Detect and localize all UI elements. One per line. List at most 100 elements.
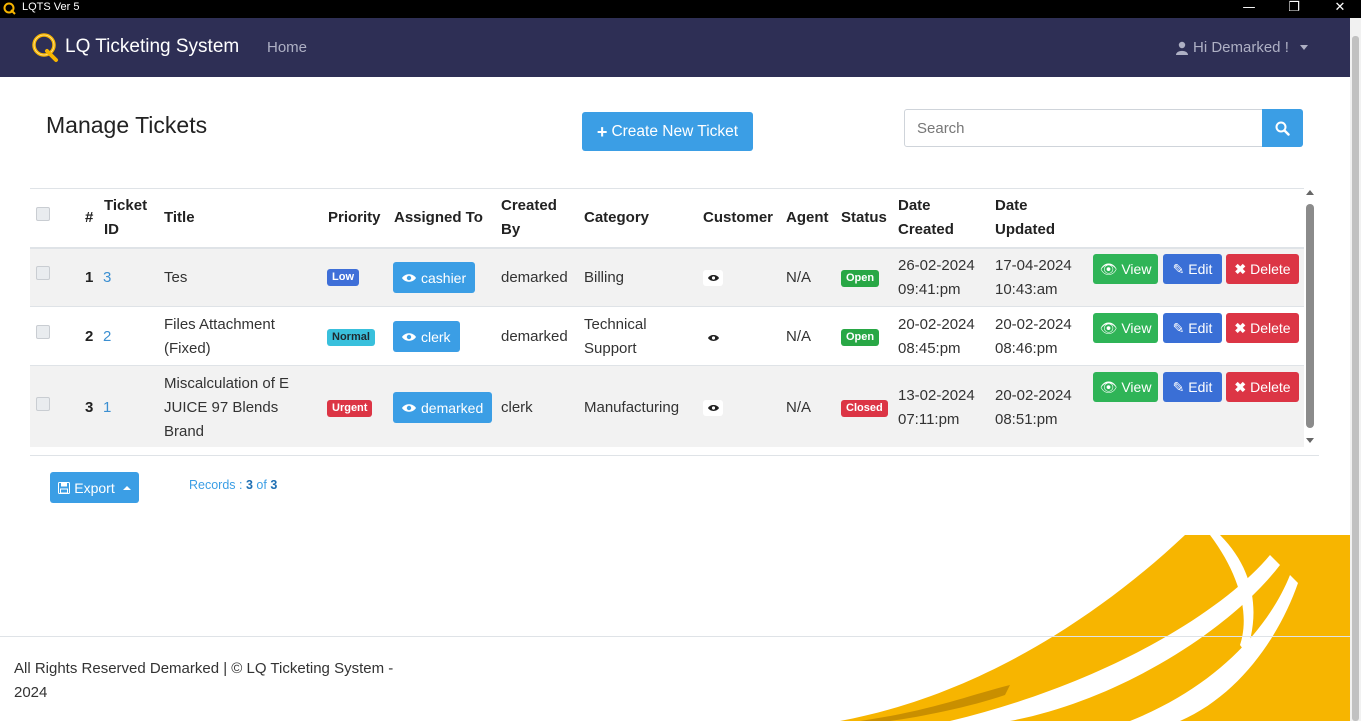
- eye-icon: [402, 332, 416, 341]
- close-window-button[interactable]: ✕: [1325, 0, 1355, 18]
- brand-name[interactable]: LQ Ticketing System: [65, 36, 239, 58]
- col-header-priority[interactable]: Priority: [328, 206, 381, 230]
- footer-copyright: All Rights Reserved Demarked | © LQ Tick…: [14, 660, 394, 701]
- status-badge: Closed: [841, 400, 888, 417]
- priority-badge: Low: [327, 269, 359, 286]
- row-number: 2: [85, 328, 94, 345]
- col-header-num: #: [85, 209, 94, 226]
- ticket-id-link[interactable]: 2: [103, 325, 111, 349]
- delete-button[interactable]: ✖ Delete: [1226, 372, 1299, 402]
- col-header-date-updated[interactable]: Date Updated: [995, 194, 1055, 242]
- close-icon: ✖: [1234, 260, 1247, 277]
- col-header-agent[interactable]: Agent: [786, 206, 829, 230]
- save-icon: [58, 481, 71, 494]
- scroll-up-arrow-icon[interactable]: [1306, 190, 1314, 195]
- navbar: LQ Ticketing System Home Hi Demarked !: [0, 18, 1350, 77]
- date-updated: 20-02-2024 08:46:pm: [995, 316, 1072, 357]
- ticket-title: Miscalculation of E JUICE 97 Blends Brand: [164, 375, 290, 440]
- date-created: 20-02-2024 08:45:pm: [898, 316, 975, 357]
- col-header-customer[interactable]: Customer: [703, 206, 773, 230]
- select-all-checkbox[interactable]: [36, 207, 50, 221]
- caret-up-icon: [122, 485, 131, 490]
- row-checkbox[interactable]: [36, 325, 50, 339]
- view-button[interactable]: 👁 View: [1093, 313, 1158, 343]
- scroll-down-arrow-icon[interactable]: [1306, 438, 1314, 443]
- priority-badge: Urgent: [327, 400, 373, 417]
- restore-button[interactable]: ❐: [1279, 0, 1309, 18]
- search-icon: [1275, 121, 1290, 136]
- assigned-to-button[interactable]: cashier: [393, 262, 476, 293]
- close-icon: ✖: [1234, 378, 1247, 395]
- window-title: LQTS Ver 5: [22, 1, 80, 13]
- nav-home-link[interactable]: Home: [267, 39, 307, 56]
- eye-icon: [707, 335, 719, 341]
- window-titlebar: LQTS Ver 5 — ❐ ✕: [0, 0, 1361, 18]
- table-scrollbar[interactable]: [1305, 190, 1315, 445]
- date-created: 13-02-2024 07:11:pm: [898, 387, 975, 428]
- date-updated: 17-04-2024 10:43:am: [995, 257, 1072, 298]
- delete-button[interactable]: ✖ Delete: [1226, 254, 1299, 284]
- edit-button[interactable]: ✎ Edit: [1163, 254, 1222, 284]
- col-header-ticket-id[interactable]: Ticket ID: [104, 194, 147, 242]
- decorative-background-graphic: [840, 535, 1350, 721]
- user-menu-dropdown[interactable]: Hi Demarked !: [1176, 39, 1308, 56]
- user-greeting: Hi Demarked !: [1193, 39, 1289, 56]
- brand-logo-icon[interactable]: [30, 30, 60, 64]
- row-number: 3: [85, 399, 94, 416]
- customer-view-icon[interactable]: [703, 400, 723, 416]
- row-checkbox[interactable]: [36, 266, 50, 280]
- edit-button[interactable]: ✎ Edit: [1163, 313, 1222, 343]
- col-header-date-created[interactable]: Date Created: [898, 194, 954, 242]
- search-button[interactable]: [1262, 109, 1303, 147]
- close-icon: ✖: [1234, 319, 1247, 336]
- app-icon: [3, 2, 16, 15]
- view-button[interactable]: 👁 View: [1093, 372, 1158, 402]
- col-header-created-by[interactable]: Created By: [501, 194, 557, 242]
- ticket-id-link[interactable]: 3: [103, 266, 111, 290]
- created-by: demarked: [501, 328, 568, 345]
- customer-view-icon[interactable]: [703, 330, 723, 346]
- create-new-ticket-label: Create New Ticket: [611, 122, 739, 140]
- edit-button[interactable]: ✎ Edit: [1163, 372, 1222, 402]
- col-header-status[interactable]: Status: [841, 206, 887, 230]
- created-by: clerk: [501, 399, 533, 416]
- customer-view-icon[interactable]: [703, 270, 723, 286]
- edit-icon: ✎: [1172, 260, 1185, 277]
- col-header-assigned-to[interactable]: Assigned To: [394, 206, 483, 230]
- status-badge: Open: [841, 329, 880, 346]
- row-checkbox[interactable]: [36, 397, 50, 411]
- edit-icon: ✎: [1172, 378, 1185, 395]
- export-dropdown-button[interactable]: Export: [50, 472, 139, 503]
- eye-icon: [402, 273, 416, 282]
- eye-icon: 👁: [1099, 260, 1118, 277]
- category: Manufacturing: [584, 399, 680, 416]
- eye-icon: [707, 405, 719, 411]
- search-input[interactable]: [904, 109, 1263, 147]
- ticket-title: Files Attachment (Fixed): [164, 316, 275, 357]
- category: Technical Support: [584, 316, 647, 357]
- created-by: demarked: [501, 269, 568, 286]
- eye-icon: 👁: [1099, 378, 1118, 395]
- page-title: Manage Tickets: [46, 112, 208, 138]
- view-button[interactable]: 👁 View: [1093, 254, 1158, 284]
- edit-icon: ✎: [1172, 319, 1185, 336]
- row-number: 1: [85, 269, 94, 286]
- ticket-id-link[interactable]: 1: [103, 396, 111, 420]
- col-header-category[interactable]: Category: [584, 206, 649, 230]
- minimize-button[interactable]: —: [1234, 0, 1264, 18]
- create-new-ticket-button[interactable]: + Create New Ticket: [582, 112, 753, 151]
- category: Billing: [584, 269, 625, 286]
- col-header-title[interactable]: Title: [164, 206, 195, 230]
- eye-icon: 👁: [1099, 319, 1118, 336]
- export-label: Export: [74, 479, 115, 496]
- eye-icon: [707, 275, 719, 281]
- assigned-to-button[interactable]: clerk: [393, 321, 460, 352]
- priority-badge: Normal: [327, 329, 375, 346]
- assigned-to-button[interactable]: demarked: [393, 392, 493, 423]
- ticket-title: Tes: [164, 269, 188, 286]
- page-scrollbar[interactable]: [1350, 18, 1361, 721]
- records-count: Records : 3 of 3: [189, 478, 278, 492]
- agent: N/A: [786, 399, 812, 416]
- delete-button[interactable]: ✖ Delete: [1226, 313, 1299, 343]
- date-created: 26-02-2024 09:41:pm: [898, 257, 975, 298]
